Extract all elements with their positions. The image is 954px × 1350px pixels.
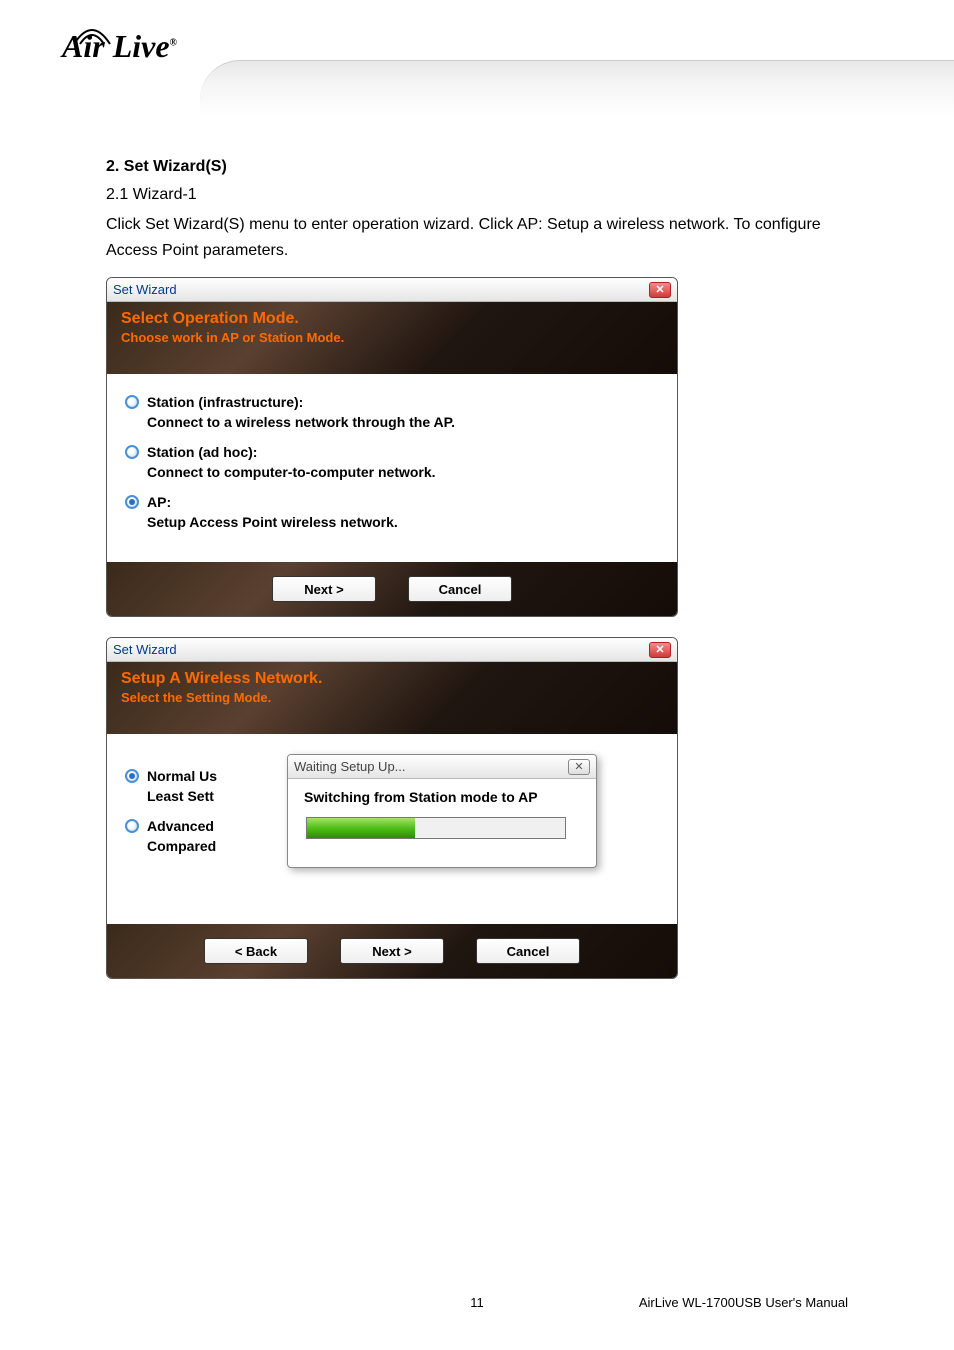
section-subheading: 2.1 Wizard-1 bbox=[106, 186, 854, 204]
radio-ap[interactable] bbox=[125, 495, 139, 509]
radio-advanced[interactable] bbox=[125, 819, 139, 833]
dialog-title: Set Wizard bbox=[113, 642, 177, 657]
progress-titlebar: Waiting Setup Up... ✕ bbox=[288, 755, 596, 779]
close-icon[interactable]: ✕ bbox=[568, 759, 590, 775]
radio-desc: Connect to a wireless network through th… bbox=[147, 414, 659, 430]
cancel-button[interactable]: Cancel bbox=[476, 938, 580, 964]
next-button[interactable]: Next > bbox=[272, 576, 376, 602]
dialog-header-title: Setup A Wireless Network. bbox=[121, 670, 663, 688]
section-heading: 2. Set Wizard(S) bbox=[106, 158, 854, 176]
dialog-footer: < Back Next > Cancel bbox=[107, 924, 677, 978]
progress-title: Waiting Setup Up... bbox=[294, 759, 406, 774]
radio-label: Station (ad hoc): bbox=[147, 444, 257, 460]
header-stripe bbox=[200, 60, 954, 118]
brand-logo: Air Live® bbox=[62, 28, 177, 65]
radio-normal[interactable] bbox=[125, 769, 139, 783]
wizard-dialog-1: Set Wizard ✕ Select Operation Mode. Choo… bbox=[106, 277, 678, 617]
dialog-footer: Next > Cancel bbox=[107, 562, 677, 616]
dialog-body: Station (infrastructure): Connect to a w… bbox=[107, 374, 677, 562]
dialog-header-title: Select Operation Mode. bbox=[121, 310, 663, 328]
close-icon[interactable]: ✕ bbox=[649, 282, 671, 298]
radio-label: AP: bbox=[147, 494, 171, 510]
progress-bar-fill bbox=[307, 818, 415, 838]
dialog-title: Set Wizard bbox=[113, 282, 177, 297]
section-body: Click Set Wizard(S) menu to enter operat… bbox=[106, 212, 854, 263]
radio-desc: Setup Access Point wireless network. bbox=[147, 514, 659, 530]
manual-title: AirLive WL-1700USB User's Manual bbox=[639, 1295, 848, 1310]
dialog-header: Setup A Wireless Network. Select the Set… bbox=[107, 662, 677, 734]
radio-station-adhoc[interactable] bbox=[125, 445, 139, 459]
close-icon[interactable]: ✕ bbox=[649, 642, 671, 658]
wifi-arc-icon bbox=[72, 24, 112, 46]
page-number: 11 bbox=[470, 1295, 484, 1310]
radio-desc: Connect to computer-to-computer network. bbox=[147, 464, 659, 480]
radio-label: Advanced bbox=[147, 818, 214, 834]
dialog-header: Select Operation Mode. Choose work in AP… bbox=[107, 302, 677, 374]
progress-message: Switching from Station mode to AP bbox=[304, 789, 580, 805]
progress-popup: Waiting Setup Up... ✕ Switching from Sta… bbox=[287, 754, 597, 868]
progress-bar bbox=[306, 817, 566, 839]
progress-body: Switching from Station mode to AP bbox=[288, 779, 596, 849]
page-footer: 11 AirLive WL-1700USB User's Manual bbox=[0, 1295, 954, 1310]
wizard-dialog-2: Set Wizard ✕ Setup A Wireless Network. S… bbox=[106, 637, 678, 979]
radio-label: Station (infrastructure): bbox=[147, 394, 303, 410]
radio-label: Normal Us bbox=[147, 768, 217, 784]
dialog-titlebar: Set Wizard ✕ bbox=[107, 278, 677, 302]
back-button[interactable]: < Back bbox=[204, 938, 308, 964]
cancel-button[interactable]: Cancel bbox=[408, 576, 512, 602]
dialog-titlebar: Set Wizard ✕ bbox=[107, 638, 677, 662]
dialog-header-sub: Choose work in AP or Station Mode. bbox=[121, 330, 663, 345]
dialog-header-sub: Select the Setting Mode. bbox=[121, 690, 663, 705]
next-button[interactable]: Next > bbox=[340, 938, 444, 964]
dialog-body: Normal Us Least Sett Advanced Compared W… bbox=[107, 734, 677, 924]
radio-station-infra[interactable] bbox=[125, 395, 139, 409]
registered-icon: ® bbox=[170, 37, 177, 48]
